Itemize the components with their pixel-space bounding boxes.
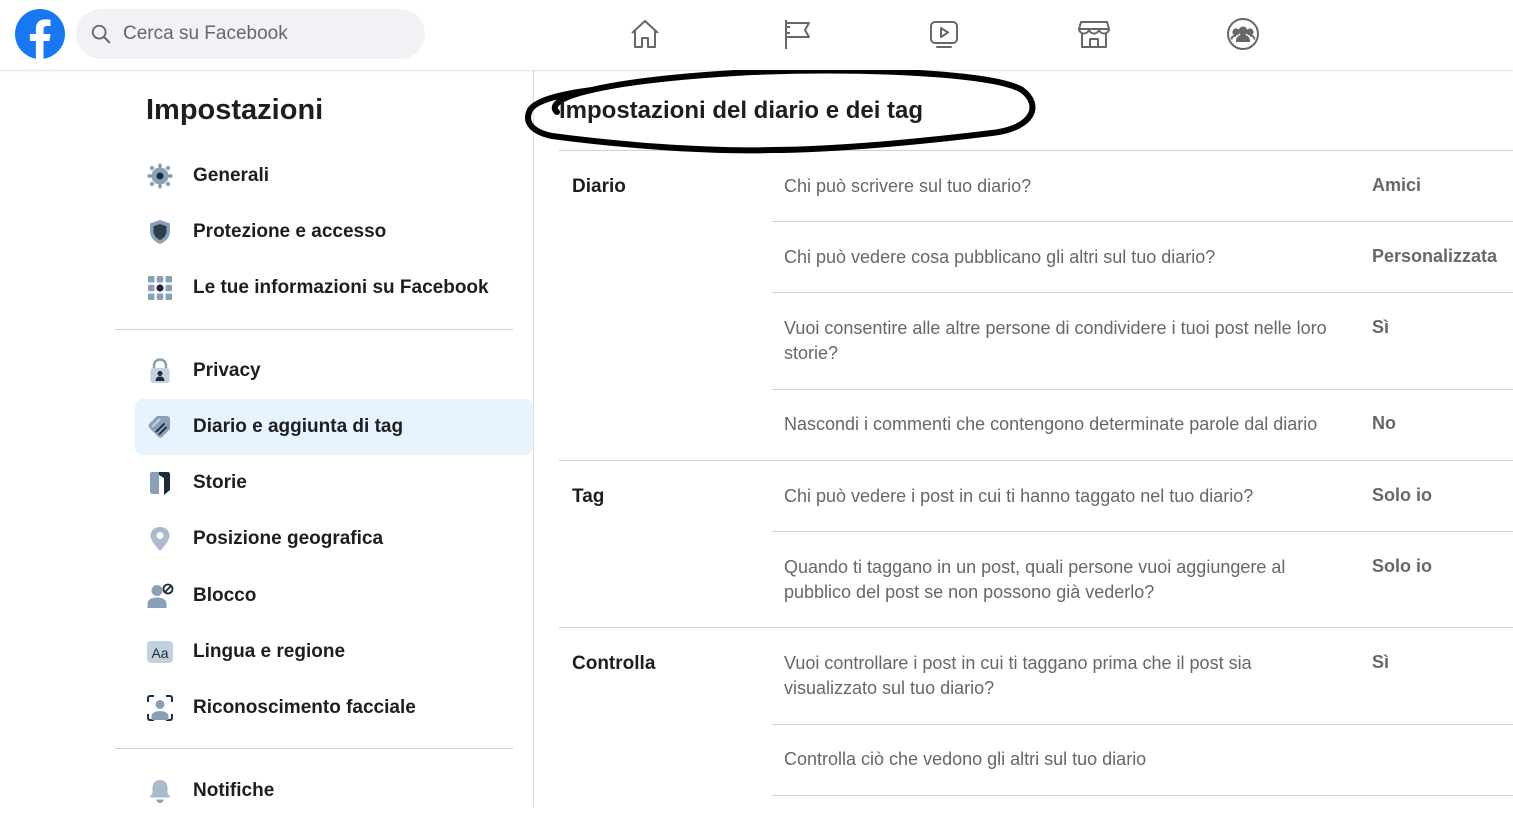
section-divider	[559, 460, 1513, 461]
sidebar-item-riconoscimento[interactable]: Riconoscimento facciale	[135, 680, 533, 736]
sidebar-item-label: Lingua e regione	[193, 641, 346, 662]
setting-question: Chi può scrivere sul tuo diario?	[784, 176, 1032, 196]
sidebar-item-notifiche[interactable]: Notifiche	[135, 763, 533, 819]
gear-icon	[145, 161, 175, 191]
sidebar-item-blocco[interactable]: Blocco	[135, 568, 533, 624]
row-divider	[772, 795, 1513, 796]
setting-value[interactable]: Amici	[1372, 175, 1421, 196]
sidebar-title: Impostazioni	[146, 94, 324, 126]
marketplace-icon	[1078, 21, 1110, 48]
sidebar-item-label: Le tue informazioni su Facebook	[193, 277, 489, 298]
book-icon	[145, 468, 175, 498]
sidebar-item-lingua[interactable]: Aa Lingua e regione	[135, 624, 533, 680]
sidebar-divider	[115, 329, 513, 330]
section-title-diario: Diario	[572, 176, 626, 197]
tag-icon	[145, 412, 175, 442]
sidebar-item-label: Privacy	[193, 360, 261, 381]
row-divider	[772, 724, 1513, 725]
section-title-controlla: Controlla	[572, 653, 656, 674]
pages-flag-icon	[785, 20, 810, 49]
setting-value[interactable]: Solo io	[1372, 556, 1432, 577]
nav-groups[interactable]	[1223, 14, 1263, 54]
setting-value[interactable]: Solo io	[1372, 485, 1432, 506]
page-title: Impostazioni del diario e dei tag	[559, 97, 924, 124]
setting-question: Nascondi i commenti che contengono deter…	[784, 414, 1318, 434]
sidebar-border	[533, 70, 534, 807]
sidebar-item-label: Notifiche	[193, 780, 275, 801]
search-input[interactable]	[121, 22, 405, 46]
sidebar-item-label: Diario e aggiunta di tag	[193, 416, 404, 437]
setting-value[interactable]: No	[1372, 413, 1396, 434]
bell-icon	[145, 776, 175, 806]
section-title-tag: Tag	[572, 486, 605, 507]
row-divider	[772, 389, 1513, 390]
section-divider	[559, 627, 1513, 628]
sidebar-item-storie[interactable]: Storie	[135, 455, 533, 511]
sidebar-item-label: Blocco	[193, 585, 257, 606]
sidebar-item-generali[interactable]: Generali	[135, 148, 533, 204]
lock-icon	[145, 356, 175, 386]
sidebar-item-privacy[interactable]: Privacy	[135, 343, 533, 399]
svg-text:Aa: Aa	[151, 645, 168, 661]
row-divider	[772, 292, 1513, 293]
sidebar-item-label: Protezione e accesso	[193, 221, 387, 242]
sidebar-item-label: Generali	[193, 165, 270, 186]
sidebar-item-protezione[interactable]: Protezione e accesso	[135, 204, 533, 260]
groups-icon	[1227, 18, 1259, 50]
search-icon	[91, 24, 111, 44]
top-bar	[0, 0, 1513, 70]
sidebar-item-label: Riconoscimento facciale	[193, 697, 416, 718]
setting-value[interactable]: Sì	[1372, 652, 1389, 673]
location-pin-icon	[145, 524, 175, 554]
setting-question: Chi può vedere i post in cui ti hanno ta…	[784, 486, 1254, 506]
nav-home[interactable]	[625, 14, 665, 54]
home-icon	[631, 20, 659, 48]
setting-question: Quando ti taggano in un post, quali pers…	[784, 557, 1286, 602]
setting-question[interactable]: Controlla ciò che vedono gli altri sul t…	[784, 747, 1344, 772]
sidebar-item-label: Storie	[193, 472, 247, 493]
face-recognition-icon	[145, 693, 175, 723]
shield-icon	[145, 217, 175, 247]
sidebar-item-posizione[interactable]: Posizione geografica	[135, 511, 533, 567]
sidebar-item-label: Posizione geografica	[193, 528, 384, 549]
watch-video-icon	[930, 21, 958, 48]
setting-question: Chi può vedere cosa pubblicano gli altri…	[784, 247, 1216, 267]
nav-pages[interactable]	[776, 14, 816, 54]
nav-watch[interactable]	[924, 14, 964, 54]
grid-icon	[145, 273, 175, 303]
block-user-icon	[145, 581, 175, 611]
sidebar-item-informazioni[interactable]: Le tue informazioni su Facebook	[135, 260, 533, 316]
nav-marketplace[interactable]	[1074, 14, 1114, 54]
setting-value[interactable]: Personalizzata	[1372, 246, 1497, 267]
facebook-logo-icon[interactable]	[15, 9, 65, 59]
row-divider	[772, 531, 1513, 532]
setting-question: Vuoi controllare i post in cui ti taggan…	[784, 653, 1252, 698]
sidebar-divider	[115, 748, 513, 749]
setting-value[interactable]: Sì	[1372, 317, 1389, 338]
search-box[interactable]	[76, 9, 425, 59]
row-divider	[772, 221, 1513, 222]
sidebar-item-diario-tag[interactable]: Diario e aggiunta di tag	[135, 399, 533, 455]
setting-question: Vuoi consentire alle altre persone di co…	[784, 318, 1327, 363]
language-icon: Aa	[145, 637, 175, 667]
